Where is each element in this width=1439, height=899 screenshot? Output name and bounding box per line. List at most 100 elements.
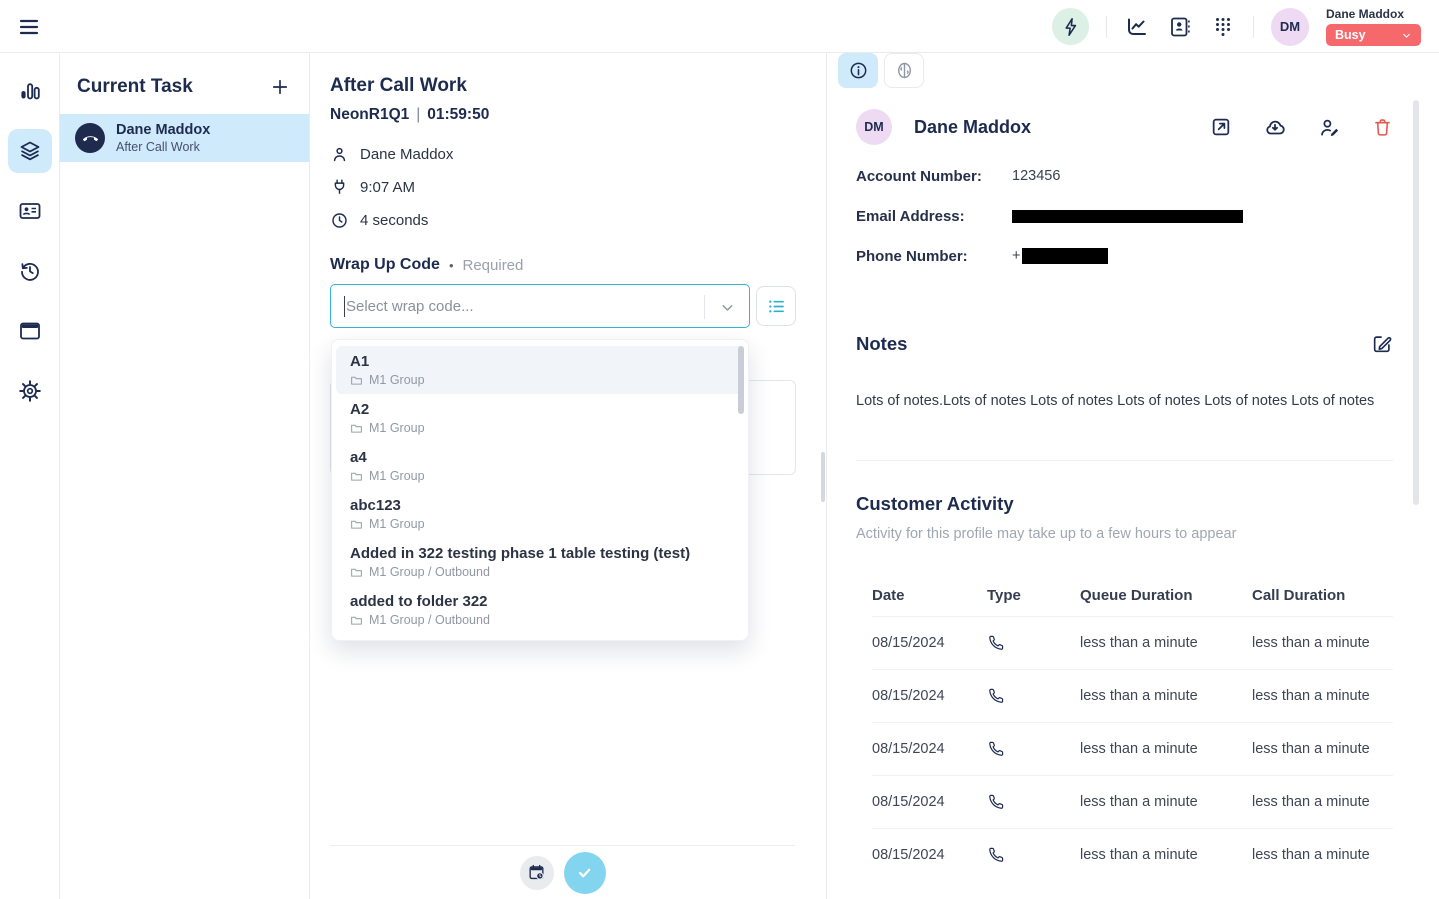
edit-profile-button[interactable] (1318, 116, 1341, 139)
wrap-code-list-button[interactable] (756, 286, 796, 326)
customer-profile-panel: DM Dane Maddox Account Number: 123456 (827, 53, 1439, 899)
notes-text: Lots of notes.Lots of notes Lots of note… (856, 391, 1393, 411)
phone-call-icon (987, 793, 1005, 811)
after-call-work-panel: After Call Work NeonR1Q1 | 01:59:50 Dane… (310, 53, 827, 899)
info-icon (848, 60, 869, 81)
col-type: Type (987, 587, 1080, 604)
user-edit-icon (1318, 116, 1341, 139)
notes-title: Notes (856, 333, 907, 355)
option-group: M1 Group / Outbound (369, 613, 490, 627)
dialpad-button[interactable] (1210, 14, 1236, 40)
wrap-code-placeholder: Select wrap code... (346, 298, 474, 315)
activity-row[interactable]: 08/15/2024 less than a minute less than … (872, 616, 1393, 669)
task-title: After Call Work (330, 75, 796, 97)
call-start-time: 9:07 AM (360, 179, 415, 196)
complete-task-button[interactable] (564, 852, 606, 894)
activity-row[interactable]: 08/15/2024 less than a minute less than … (872, 828, 1393, 881)
wrap-code-option[interactable]: A2 M1 Group (336, 394, 744, 442)
current-task-panel: Current Task Dane Maddox After Call Work (60, 53, 310, 899)
list-icon (766, 296, 787, 317)
tab-ai-insights[interactable] (884, 53, 924, 88)
open-profile-button[interactable] (1210, 116, 1232, 138)
delete-profile-button[interactable] (1372, 117, 1393, 138)
activity-row[interactable]: 08/15/2024 less than a minute less than … (872, 722, 1393, 775)
activity-call-duration: less than a minute (1252, 741, 1393, 757)
contact-book-icon (1168, 15, 1192, 39)
cloud-download-icon (1263, 115, 1287, 139)
chevron-down-icon (1401, 30, 1412, 41)
chevron-down-icon[interactable] (719, 299, 736, 316)
dialpad-icon (1211, 15, 1235, 39)
activity-row[interactable]: 08/15/2024 less than a minute less than … (872, 775, 1393, 828)
wrap-code-option[interactable]: a4 M1 Group (336, 442, 744, 490)
required-dot: • (449, 258, 454, 273)
gear-icon (18, 379, 42, 403)
nav-settings[interactable] (8, 369, 52, 413)
status-dropdown-button[interactable]: Busy (1326, 24, 1421, 46)
wrap-code-option[interactable]: Added in 322 testing phase 1 table testi… (336, 538, 744, 586)
activity-queue-duration: less than a minute (1080, 635, 1252, 651)
email-row: Email Address: (856, 207, 1393, 225)
nav-history[interactable] (8, 249, 52, 293)
line-chart-icon (1125, 15, 1149, 39)
dropdown-scrollbar[interactable] (738, 346, 744, 414)
col-date: Date (872, 587, 987, 604)
add-task-button[interactable] (267, 74, 293, 100)
wrap-code-option[interactable]: added to folder 322 M1 Group / Outbound (336, 586, 744, 634)
section-divider (856, 460, 1393, 461)
browser-window-icon (18, 319, 42, 343)
schedule-callback-button[interactable] (520, 856, 554, 890)
topbar-divider (1253, 16, 1254, 38)
option-group: M1 Group (369, 373, 425, 387)
trash-icon (1372, 117, 1393, 138)
required-label: Required (463, 257, 524, 274)
contacts-button[interactable] (1167, 14, 1193, 40)
calendar-clock-icon (527, 863, 546, 882)
hamburger-menu-button[interactable] (16, 14, 44, 40)
contact-name: Dane Maddox (360, 146, 453, 163)
col-call-duration: Call Duration (1252, 587, 1393, 604)
queue-name: NeonR1Q1 (330, 106, 409, 124)
task-list-item[interactable]: Dane Maddox After Call Work (60, 114, 309, 162)
user-avatar[interactable]: DM (1271, 8, 1309, 46)
activity-date: 08/15/2024 (872, 635, 987, 651)
option-title: added to folder 322 (350, 593, 730, 610)
call-end-icon (82, 130, 99, 147)
wrap-code-select[interactable]: Select wrap code... A1 M1 Group A2 M1 Gr… (330, 284, 750, 328)
wrap-code-option[interactable]: A1 M1 Group (336, 346, 744, 394)
wrap-code-option[interactable]: abc123 M1 Group (336, 490, 744, 538)
current-task-title: Current Task (77, 76, 193, 98)
activity-table: Date Type Queue Duration Call Duration 0… (872, 574, 1393, 881)
main-panel-scrollbar[interactable] (821, 452, 825, 502)
call-duration: 4 seconds (360, 212, 428, 229)
person-icon (330, 145, 349, 164)
activity-queue-duration: less than a minute (1080, 741, 1252, 757)
quick-action-button[interactable] (1052, 8, 1089, 45)
profile-panel-scrollbar[interactable] (1413, 100, 1419, 505)
option-title: Added in 322 testing phase 1 table testi… (350, 545, 730, 562)
nav-browser[interactable] (8, 309, 52, 353)
nav-analytics[interactable] (8, 69, 52, 113)
folder-icon (350, 422, 363, 435)
phone-label: Phone Number: (856, 248, 1012, 265)
activity-date: 08/15/2024 (872, 847, 987, 863)
nav-tasks[interactable] (8, 129, 52, 173)
download-profile-button[interactable] (1263, 115, 1287, 139)
tab-profile-info[interactable] (838, 53, 878, 88)
activity-table-header: Date Type Queue Duration Call Duration (872, 574, 1393, 616)
folder-icon (350, 470, 363, 483)
nav-contacts[interactable] (8, 189, 52, 233)
account-number-label: Account Number: (856, 168, 1012, 185)
activity-date: 08/15/2024 (872, 741, 987, 757)
activity-queue-duration: less than a minute (1080, 847, 1252, 863)
edit-notes-button[interactable] (1371, 333, 1393, 355)
folder-icon (350, 614, 363, 627)
phone-redacted (1022, 248, 1108, 264)
plus-icon (269, 76, 291, 98)
profile-name: Dane Maddox (914, 117, 1031, 138)
account-number-row: Account Number: 123456 (856, 167, 1393, 185)
left-nav-rail (0, 53, 60, 899)
activity-row[interactable]: 08/15/2024 less than a minute less than … (872, 669, 1393, 722)
option-group: M1 Group (369, 469, 425, 483)
analytics-chart-button[interactable] (1124, 14, 1150, 40)
